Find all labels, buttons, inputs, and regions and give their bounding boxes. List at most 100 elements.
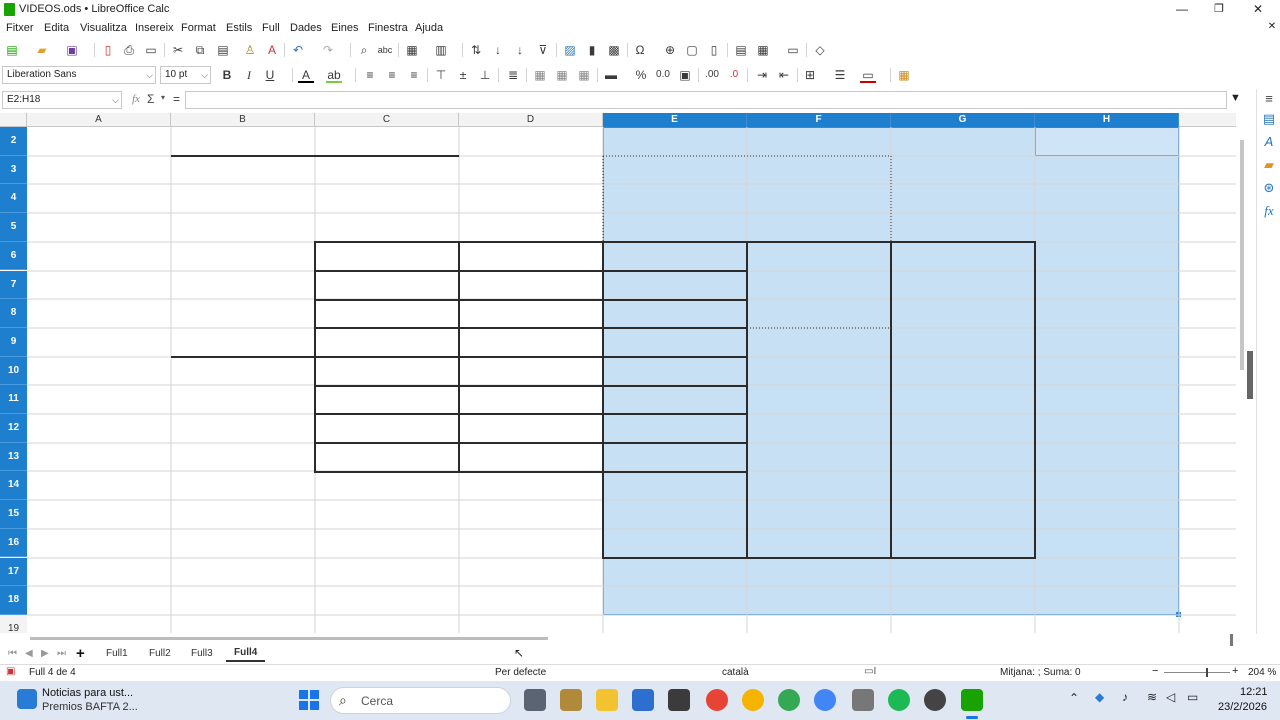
- selection-mode-icon[interactable]: ▭I: [864, 666, 876, 677]
- headers-footers-icon[interactable]: ▯: [706, 42, 722, 58]
- libreoffice-calc-icon[interactable]: [961, 689, 983, 711]
- taskbar-search-box[interactable]: ⌕ Cerca: [330, 687, 511, 714]
- next-sheet-icon[interactable]: ▶: [41, 648, 49, 659]
- chevron-down-icon[interactable]: ⌵: [146, 67, 153, 83]
- highlight-icon[interactable]: ab: [326, 67, 342, 83]
- chrome-profile-icon[interactable]: [742, 689, 764, 711]
- special-character-icon[interactable]: Ω: [632, 42, 648, 58]
- export-pdf-icon[interactable]: ▯: [100, 42, 116, 58]
- chevron-down-icon[interactable]: ▾: [161, 93, 165, 102]
- merge-center-icon[interactable]: ▦: [532, 67, 548, 83]
- obs-icon[interactable]: [924, 689, 946, 711]
- row-header[interactable]: 13: [0, 442, 27, 472]
- pivot-table-icon[interactable]: ▩: [606, 42, 622, 58]
- row-header[interactable]: 8: [0, 299, 27, 328]
- news-title[interactable]: Noticias para ust...: [42, 687, 133, 699]
- column-header-c[interactable]: C: [315, 113, 459, 127]
- font-color-icon[interactable]: A: [298, 67, 314, 83]
- open-icon[interactable]: ▰: [34, 42, 50, 58]
- copy-icon[interactable]: ⧉: [192, 42, 208, 58]
- battery-icon[interactable]: ▭: [1187, 690, 1198, 704]
- spotify-icon[interactable]: [888, 689, 910, 711]
- functions-icon[interactable]: fx: [1261, 203, 1277, 219]
- chevron-up-icon[interactable]: ⌃: [1069, 691, 1079, 705]
- italic-icon[interactable]: I: [241, 67, 257, 83]
- minimize-icon[interactable]: —: [1172, 2, 1192, 16]
- books-app-icon[interactable]: [560, 689, 582, 711]
- zoom-level[interactable]: 204 %: [1248, 667, 1276, 678]
- row-header[interactable]: 9: [0, 327, 27, 357]
- cut-icon[interactable]: ✂: [170, 42, 186, 58]
- app-icon[interactable]: [668, 689, 690, 711]
- row-header[interactable]: 18: [0, 586, 27, 615]
- sum-icon[interactable]: Σ: [147, 92, 154, 106]
- column-header-a[interactable]: A: [27, 113, 171, 127]
- unmerge-cells-icon[interactable]: ▦: [576, 67, 592, 83]
- delete-decimal-icon[interactable]: .0: [726, 67, 742, 83]
- text-language[interactable]: català: [722, 667, 749, 678]
- maximize-icon[interactable]: ❐: [1209, 2, 1229, 15]
- row-icon[interactable]: ▦: [404, 42, 420, 58]
- store-icon[interactable]: [632, 689, 654, 711]
- function-wizard-icon[interactable]: fx: [132, 93, 140, 105]
- tab-full2[interactable]: Full2: [149, 648, 171, 659]
- tab-full1[interactable]: Full1: [106, 648, 128, 659]
- last-sheet-icon[interactable]: ⏭: [57, 648, 66, 659]
- document-modified-icon[interactable]: ▣: [6, 666, 15, 677]
- chrome-icon[interactable]: [706, 689, 728, 711]
- row-header[interactable]: 4: [0, 184, 27, 214]
- menu-fitxer[interactable]: Fitxer: [6, 22, 34, 34]
- row-header[interactable]: 7: [0, 270, 27, 300]
- borders-icon[interactable]: ⊞: [802, 67, 818, 83]
- menu-insereix[interactable]: Insereix: [135, 22, 174, 34]
- task-view-icon[interactable]: [524, 689, 546, 711]
- clear-formatting-icon[interactable]: A: [264, 42, 280, 58]
- align-center-icon[interactable]: ≡: [384, 67, 400, 83]
- currency-format-icon[interactable]: ▬: [603, 67, 619, 83]
- properties-icon[interactable]: ▤: [1261, 111, 1277, 127]
- sidebar-menu-icon[interactable]: ≡: [1261, 91, 1277, 107]
- paste-icon[interactable]: ▤: [215, 42, 231, 58]
- sort-ascending-icon[interactable]: ↓: [490, 42, 506, 58]
- save-icon[interactable]: ▣: [64, 42, 80, 58]
- border-color-icon[interactable]: ▭: [860, 67, 876, 83]
- close-document-icon[interactable]: ✕: [1262, 21, 1280, 32]
- insert-image-icon[interactable]: ▨: [562, 42, 578, 58]
- column-icon[interactable]: ▥: [433, 42, 449, 58]
- zoom-out-icon[interactable]: −: [1152, 665, 1158, 677]
- spreadsheet-grid[interactable]: A B C D E F G H 2 3 4 5 6 7 8 9 10 11 12 13 14 15 16 17…: [0, 113, 1236, 633]
- menu-finestra[interactable]: Finestra: [368, 22, 408, 34]
- selection-summary[interactable]: Mitjana: ; Suma: 0: [1000, 667, 1081, 678]
- row-header[interactable]: 14: [0, 471, 27, 501]
- add-sheet-button[interactable]: +: [76, 645, 85, 662]
- row-header[interactable]: 16: [0, 528, 27, 558]
- prev-sheet-icon[interactable]: ◀: [25, 648, 33, 659]
- tab-full4[interactable]: Full4: [226, 645, 266, 662]
- font-name-box[interactable]: Liberation Sans ⌵: [2, 66, 156, 84]
- number-format-icon[interactable]: 0.0: [655, 67, 671, 83]
- conditional-format-icon[interactable]: ▦: [896, 67, 912, 83]
- vertical-scrollbar-thumb[interactable]: [1247, 351, 1253, 399]
- chevron-down-icon[interactable]: ⌵: [112, 92, 119, 108]
- file-icon[interactable]: [852, 689, 874, 711]
- sort-descending-icon[interactable]: ↓: [512, 42, 528, 58]
- news-subtitle[interactable]: Premios BAFTA 2...: [42, 701, 138, 713]
- zoom-in-icon[interactable]: +: [1232, 665, 1238, 677]
- clone-formatting-icon[interactable]: ♙: [242, 42, 258, 58]
- formula-input[interactable]: [185, 91, 1227, 109]
- row-header[interactable]: 11: [0, 385, 27, 414]
- tab-full3[interactable]: Full3: [191, 648, 213, 659]
- decrease-indent-icon[interactable]: ⇤: [776, 67, 792, 83]
- zoom-slider-thumb[interactable]: [1206, 668, 1208, 677]
- vertical-scrollbar[interactable]: [1240, 140, 1244, 370]
- first-sheet-icon[interactable]: ⏮: [8, 648, 17, 659]
- select-all-corner[interactable]: [0, 113, 27, 127]
- row-header[interactable]: 3: [0, 155, 27, 185]
- chrome-profile-3-icon[interactable]: [814, 689, 836, 711]
- increase-indent-icon[interactable]: ⇥: [754, 67, 770, 83]
- menu-dades[interactable]: Dades: [290, 22, 322, 34]
- find-replace-icon[interactable]: ⌕: [356, 42, 372, 58]
- align-right-icon[interactable]: ≡: [406, 67, 422, 83]
- align-bottom-icon[interactable]: ⊥: [477, 67, 493, 83]
- menu-edita[interactable]: Edita: [44, 22, 69, 34]
